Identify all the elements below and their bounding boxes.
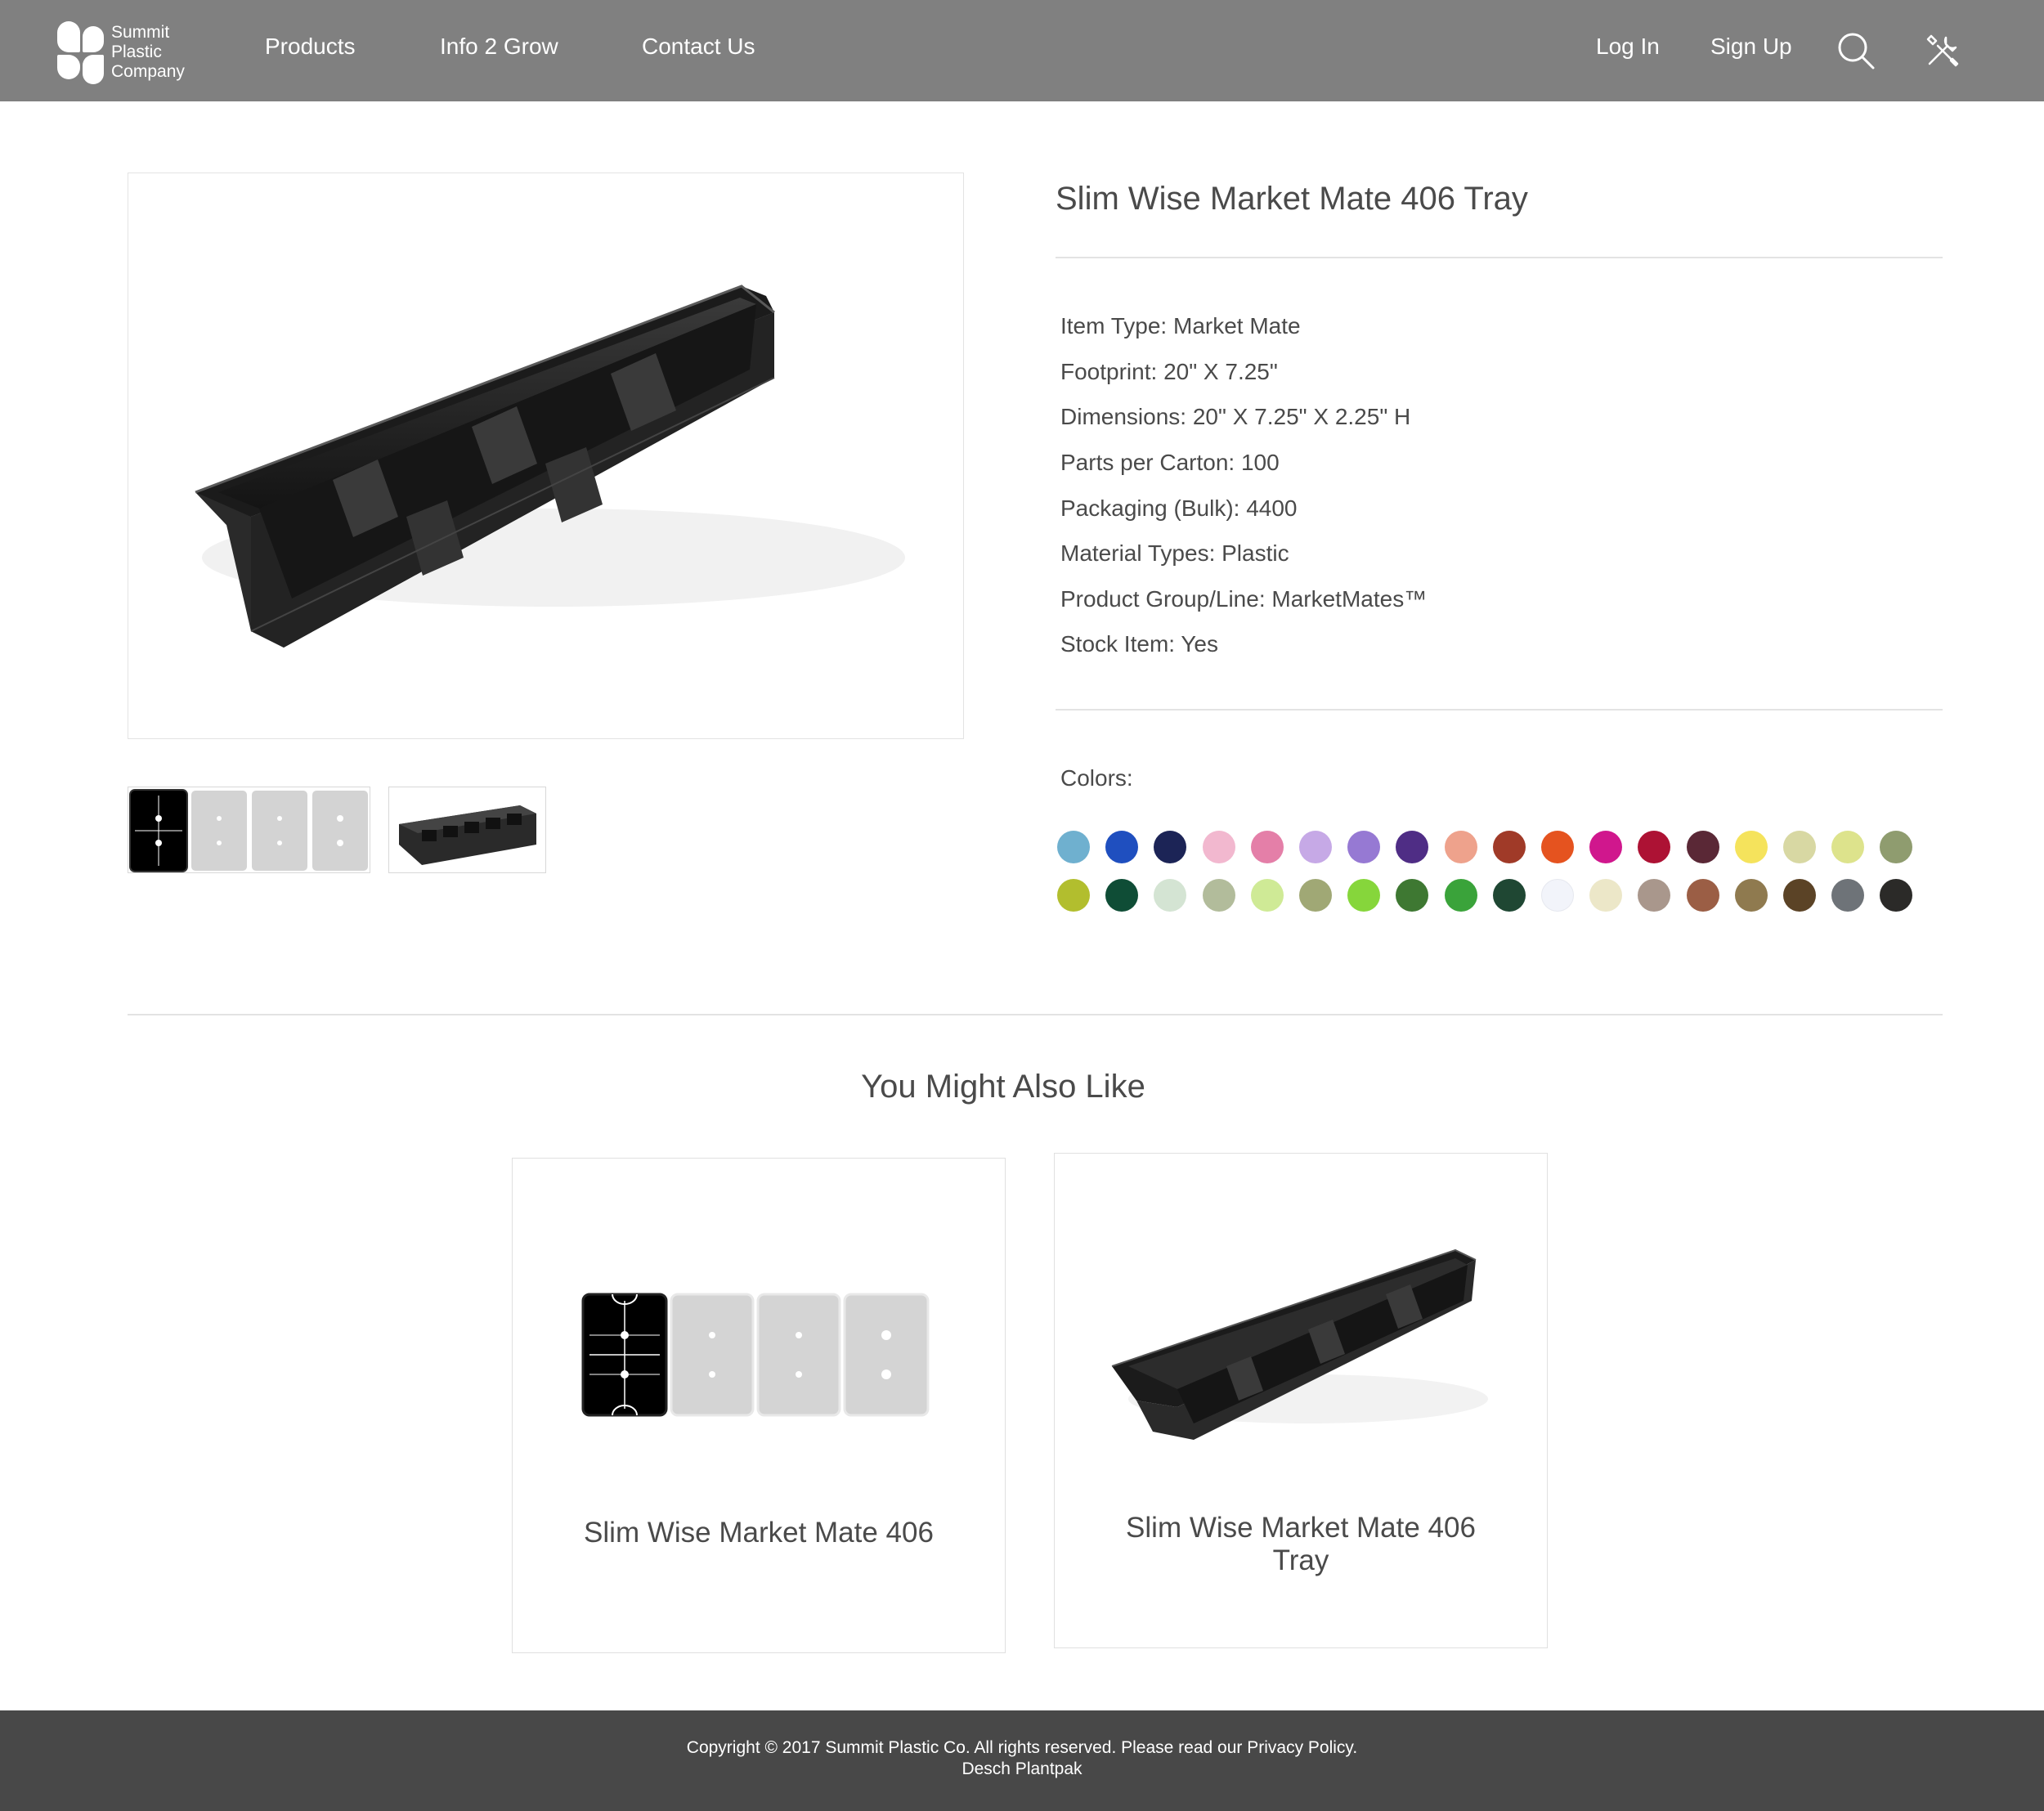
related-card-image: [1111, 1248, 1488, 1440]
color-swatch[interactable]: [1203, 879, 1235, 912]
brand-name-line1: Summit: [111, 23, 170, 42]
spec-label: Parts per Carton:: [1060, 450, 1235, 475]
color-swatch[interactable]: [1445, 879, 1477, 912]
spec-value: Yes: [1181, 631, 1219, 657]
color-swatch[interactable]: [1203, 831, 1235, 863]
spec-label: Item Type:: [1060, 313, 1168, 338]
color-swatch[interactable]: [1396, 879, 1428, 912]
color-swatch[interactable]: [1493, 831, 1526, 863]
color-swatch[interactable]: [1589, 879, 1622, 912]
footer-copyright: Copyright © 2017 Summit Plastic Co. All …: [0, 1737, 2044, 1759]
related-card-title: Slim Wise Market Mate 406 Tray: [1055, 1512, 1547, 1577]
color-swatch[interactable]: [1687, 831, 1719, 863]
divider: [1056, 709, 1943, 711]
colors-label: Colors:: [1060, 765, 1133, 791]
color-swatch[interactable]: [1396, 831, 1428, 863]
color-swatch[interactable]: [1783, 831, 1816, 863]
site-header: Summit Plastic Company Products Info 2 G…: [0, 0, 2044, 101]
color-swatch[interactable]: [1154, 831, 1186, 863]
color-swatch[interactable]: [1687, 879, 1719, 912]
color-swatch[interactable]: [1347, 879, 1380, 912]
thumbnail-layout[interactable]: [128, 787, 370, 873]
search-icon[interactable]: [1836, 31, 1876, 70]
spec-label: Dimensions:: [1060, 404, 1187, 429]
related-heading: You Might Also Like: [861, 1069, 1145, 1105]
section-divider: [128, 1014, 1943, 1015]
site-footer: Copyright © 2017 Summit Plastic Co. All …: [0, 1710, 2044, 1811]
spec-value: 20" X 7.25" X 2.25" H: [1192, 404, 1411, 429]
nav-products[interactable]: Products: [265, 33, 356, 61]
spec-label: Product Group/Line:: [1060, 586, 1266, 612]
brand-name: Summit Plastic Company: [111, 23, 185, 82]
login-link[interactable]: Log In: [1596, 33, 1660, 61]
color-swatch[interactable]: [1735, 831, 1768, 863]
color-swatch[interactable]: [1638, 879, 1670, 912]
spec-product-group: Product Group/Line: MarketMates™: [1060, 585, 1427, 613]
brand-name-line2: Plastic: [111, 43, 162, 61]
related-card[interactable]: Slim Wise Market Mate 406 Tray: [1054, 1153, 1548, 1648]
spec-label: Packaging (Bulk):: [1060, 495, 1240, 521]
color-swatch[interactable]: [1299, 879, 1332, 912]
thumbnail-photo[interactable]: [388, 787, 546, 873]
spec-value: Plastic: [1221, 540, 1289, 566]
color-swatch[interactable]: [1880, 831, 1912, 863]
related-card[interactable]: Slim Wise Market Mate 406: [512, 1158, 1006, 1653]
color-swatch[interactable]: [1251, 831, 1284, 863]
brand-logo[interactable]: Summit Plastic Company: [56, 21, 185, 84]
spec-item-type: Item Type: Market Mate: [1060, 312, 1301, 340]
color-swatch[interactable]: [1299, 831, 1332, 863]
spec-label: Material Types:: [1060, 540, 1216, 566]
tools-icon[interactable]: [1923, 31, 1962, 70]
color-swatch[interactable]: [1541, 879, 1574, 912]
spec-dimensions: Dimensions: 20" X 7.25" X 2.25" H: [1060, 403, 1410, 431]
color-swatch[interactable]: [1105, 879, 1138, 912]
footer-credit: Desch Plantpak: [961, 1759, 1083, 1778]
color-swatch[interactable]: [1589, 831, 1622, 863]
brand-name-line3: Company: [111, 62, 185, 81]
color-swatch[interactable]: [1493, 879, 1526, 912]
related-card-title-line1: Slim Wise Market Mate 406: [1126, 1512, 1476, 1544]
color-swatch[interactable]: [1831, 831, 1864, 863]
color-swatch[interactable]: [1541, 831, 1574, 863]
color-swatch[interactable]: [1735, 879, 1768, 912]
spec-value: Market Mate: [1173, 313, 1301, 338]
signup-link[interactable]: Sign Up: [1710, 33, 1792, 61]
product-title: Slim Wise Market Mate 406 Tray: [1056, 181, 1528, 217]
leaf-logo-icon: [56, 21, 105, 84]
spec-value: MarketMates™: [1271, 586, 1428, 612]
color-swatch[interactable]: [1154, 879, 1186, 912]
spec-packaging-bulk: Packaging (Bulk): 4400: [1060, 495, 1298, 522]
color-swatch[interactable]: [1638, 831, 1670, 863]
spec-label: Stock Item:: [1060, 631, 1176, 657]
color-swatch[interactable]: [1251, 879, 1284, 912]
color-swatch[interactable]: [1445, 831, 1477, 863]
color-swatch[interactable]: [1831, 879, 1864, 912]
spec-material-types: Material Types: Plastic: [1060, 540, 1289, 567]
color-swatch[interactable]: [1105, 831, 1138, 863]
spec-value: 4400: [1246, 495, 1298, 521]
related-card-title-line2: Tray: [1272, 1544, 1329, 1576]
copyright-text: Copyright © 2017 Summit Plastic Co. All …: [686, 1738, 1243, 1757]
related-card-title: Slim Wise Market Mate 406: [584, 1517, 934, 1549]
related-card-image: [581, 1293, 930, 1417]
color-swatch[interactable]: [1880, 879, 1912, 912]
color-swatch[interactable]: [1347, 831, 1380, 863]
main-product-image[interactable]: [128, 173, 964, 739]
spec-label: Footprint:: [1060, 359, 1158, 384]
color-swatch[interactable]: [1783, 879, 1816, 912]
spec-parts-per-carton: Parts per Carton: 100: [1060, 449, 1280, 477]
spec-footprint: Footprint: 20" X 7.25": [1060, 358, 1278, 386]
divider: [1056, 257, 1943, 258]
spec-stock-item: Stock Item: Yes: [1060, 630, 1218, 658]
privacy-policy-link[interactable]: Privacy Policy.: [1247, 1738, 1357, 1757]
nav-info-2-grow[interactable]: Info 2 Grow: [440, 33, 558, 61]
nav-contact-us[interactable]: Contact Us: [642, 33, 755, 61]
spec-value: 20" X 7.25": [1163, 359, 1278, 384]
color-swatch[interactable]: [1057, 879, 1090, 912]
color-swatch[interactable]: [1057, 831, 1090, 863]
spec-value: 100: [1240, 450, 1280, 475]
